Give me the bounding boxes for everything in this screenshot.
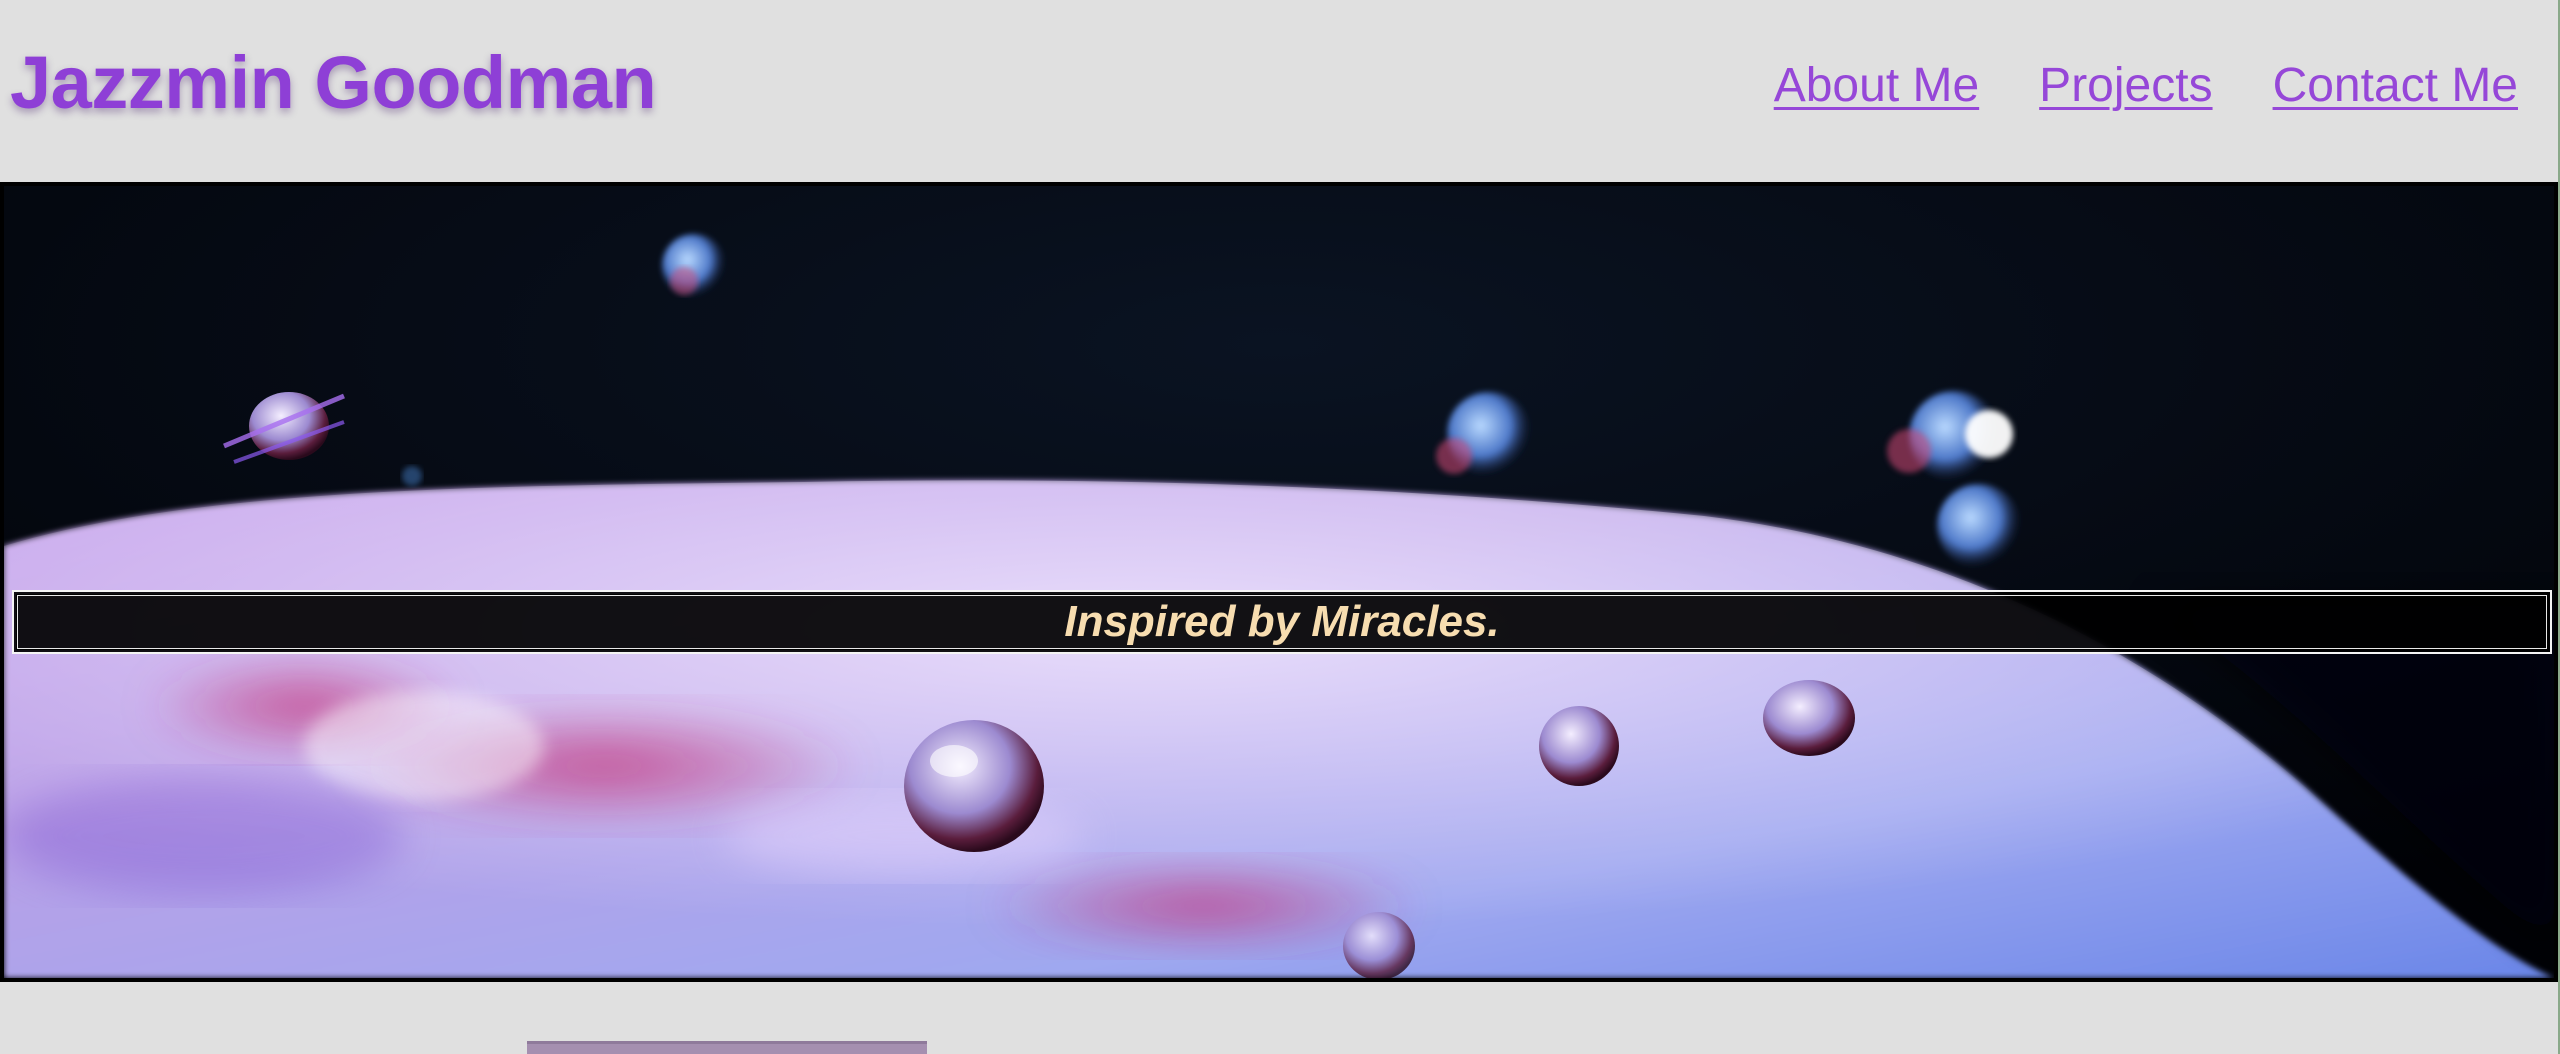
nav-link-about-me[interactable]: About Me: [1774, 58, 1979, 113]
site-title[interactable]: Jazzmin Goodman: [10, 40, 657, 125]
hero-banner: Inspired by Miracles.: [0, 182, 2558, 982]
main-nav: About Me Projects Contact Me: [1774, 58, 2518, 113]
hero-image-water-droplets: [4, 186, 2554, 978]
nav-link-contact-me[interactable]: Contact Me: [2273, 58, 2518, 113]
tagline-text: Inspired by Miracles.: [1064, 597, 1500, 646]
content-section-tab: [527, 1041, 927, 1054]
site-header: Jazzmin Goodman About Me Projects Contac…: [0, 0, 2560, 182]
nav-link-projects[interactable]: Projects: [2039, 58, 2212, 113]
tagline-banner: Inspired by Miracles.: [12, 590, 2552, 654]
